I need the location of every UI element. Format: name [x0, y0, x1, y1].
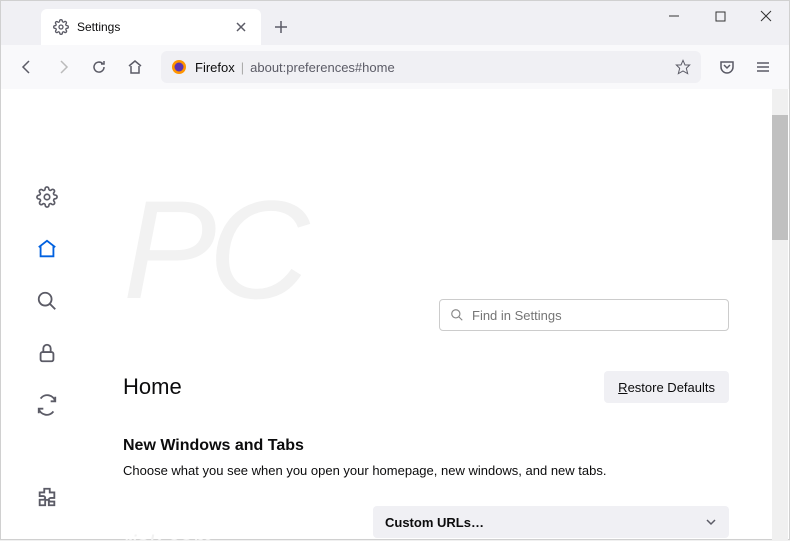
homepage-select-row: Custom URLs…	[123, 506, 729, 538]
search-input[interactable]	[472, 308, 718, 323]
pocket-button[interactable]	[711, 51, 743, 83]
scrollbar[interactable]	[772, 89, 788, 541]
scroll-thumb[interactable]	[772, 115, 788, 240]
toolbar: Firefox | about:preferences#home	[1, 45, 789, 89]
header-row: Home Restore Defaults	[123, 371, 729, 403]
url-text: Firefox | about:preferences#home	[195, 60, 395, 75]
close-button[interactable]	[743, 1, 789, 31]
section-title: New Windows and Tabs	[123, 437, 729, 455]
forward-button[interactable]	[47, 51, 79, 83]
page-title: Home	[123, 374, 182, 400]
browser-tab[interactable]: Settings	[41, 9, 261, 45]
chevron-down-icon	[705, 516, 717, 528]
find-in-settings[interactable]	[439, 299, 729, 331]
window-controls	[651, 1, 789, 31]
homepage-select-label: Custom URLs…	[385, 515, 484, 530]
main-content: PC risk.com Home Restore Defaults New Wi…	[93, 89, 789, 541]
url-bar[interactable]: Firefox | about:preferences#home	[161, 51, 701, 83]
section-description: Choose what you see when you open your h…	[123, 463, 729, 478]
sidebar-item-search[interactable]	[33, 287, 61, 315]
titlebar: Settings	[1, 1, 789, 45]
tab-title: Settings	[77, 20, 225, 34]
content-area: PC risk.com Home Restore Defaults New Wi…	[1, 89, 789, 541]
gear-icon	[53, 19, 69, 35]
search-icon	[450, 308, 464, 322]
new-tab-button[interactable]	[267, 13, 295, 41]
sidebar-item-privacy[interactable]	[33, 339, 61, 367]
maximize-button[interactable]	[697, 1, 743, 31]
sidebar-item-extensions[interactable]	[33, 483, 61, 511]
sidebar	[1, 89, 93, 541]
sidebar-item-sync[interactable]	[33, 391, 61, 419]
sidebar-item-home[interactable]	[33, 235, 61, 263]
reload-button[interactable]	[83, 51, 115, 83]
minimize-button[interactable]	[651, 1, 697, 31]
restore-defaults-button[interactable]: Restore Defaults	[604, 371, 729, 403]
homepage-select[interactable]: Custom URLs…	[373, 506, 729, 538]
menu-button[interactable]	[747, 51, 779, 83]
sidebar-item-general[interactable]	[33, 183, 61, 211]
browser-window: Settings	[0, 0, 790, 540]
back-button[interactable]	[11, 51, 43, 83]
close-icon[interactable]	[233, 19, 249, 35]
firefox-icon	[171, 59, 187, 75]
home-toolbar-button[interactable]	[119, 51, 151, 83]
bookmark-star-icon[interactable]	[675, 59, 691, 75]
